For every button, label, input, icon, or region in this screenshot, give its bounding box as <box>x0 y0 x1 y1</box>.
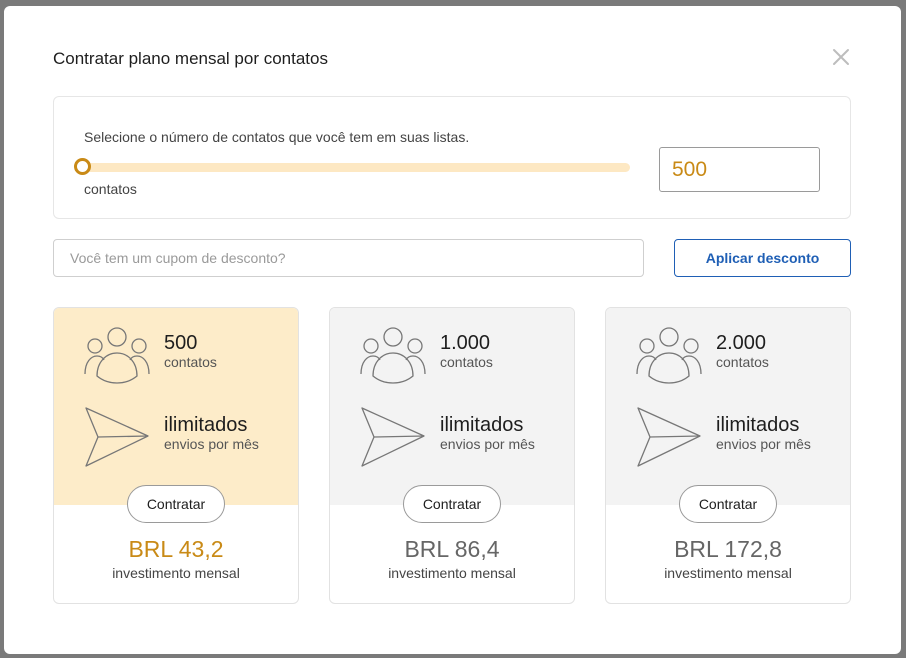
plan-card-2000[interactable]: 2.000 contatos ilimitados envios por mês… <box>605 307 851 604</box>
plan-card-1000[interactable]: 1.000 contatos ilimitados envios por mês… <box>329 307 575 604</box>
plan-card-summary: 2.000 contatos ilimitados envios por mês <box>606 308 850 505</box>
paper-plane-icon <box>361 407 425 467</box>
sends-value: ilimitados <box>164 414 248 436</box>
paper-plane-icon <box>637 407 701 467</box>
price-label: investimento mensal <box>664 565 792 581</box>
contract-button[interactable]: Contratar <box>127 485 225 523</box>
contacts-label: contatos <box>164 354 217 370</box>
sends-label: envios por mês <box>440 436 535 452</box>
contacts-slider-panel: Selecione o número de contatos que você … <box>53 96 851 219</box>
paper-plane-icon <box>85 407 149 467</box>
slider-track[interactable] <box>82 163 630 172</box>
modal-title: Contratar plano mensal por contatos <box>53 49 328 68</box>
price-label: investimento mensal <box>388 565 516 581</box>
coupon-input[interactable] <box>53 239 644 277</box>
sends-label: envios por mês <box>164 436 259 452</box>
slider-label: Selecione o número de contatos que você … <box>84 129 470 145</box>
plan-card-summary: 1.000 contatos ilimitados envios por mês <box>330 308 574 505</box>
people-icon <box>636 327 702 384</box>
plan-modal: Contratar plano mensal por contatos Sele… <box>4 6 901 654</box>
sends-value: ilimitados <box>440 414 524 436</box>
plan-card-summary: 500 contatos ilimitados envios por mês <box>54 308 298 505</box>
contacts-value: 1.000 <box>440 332 491 354</box>
plan-card-500[interactable]: 500 contatos ilimitados envios por mês C… <box>53 307 299 604</box>
slider-thumb[interactable] <box>74 158 91 175</box>
plan-price: BRL 43,2 <box>128 536 224 562</box>
contacts-label: contatos <box>716 354 769 370</box>
contract-button[interactable]: Contratar <box>403 485 501 523</box>
contacts-value: 500 <box>164 332 198 354</box>
plan-price: BRL 86,4 <box>404 536 500 562</box>
price-label: investimento mensal <box>112 565 240 581</box>
contacts-label: contatos <box>440 354 493 370</box>
close-icon[interactable] <box>830 46 852 68</box>
contacts-count-input[interactable] <box>659 147 820 192</box>
sends-value: ilimitados <box>716 414 800 436</box>
sends-label: envios por mês <box>716 436 811 452</box>
people-icon <box>84 327 150 384</box>
contacts-value: 2.000 <box>716 332 767 354</box>
people-icon <box>360 327 426 384</box>
plan-price: BRL 172,8 <box>674 536 782 562</box>
apply-discount-button[interactable]: Aplicar desconto <box>674 239 851 277</box>
contract-button[interactable]: Contratar <box>679 485 777 523</box>
slider-unit-label: contatos <box>84 181 137 197</box>
